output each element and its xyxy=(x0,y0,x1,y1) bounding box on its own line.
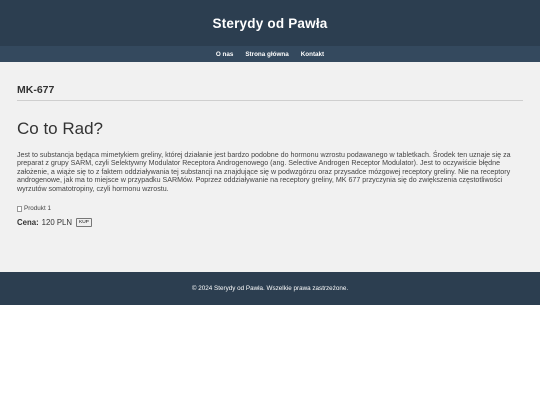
product-image: Produkt 1 xyxy=(17,205,523,212)
nav-link-strona-glowna[interactable]: Strona główna xyxy=(245,51,288,58)
page-background xyxy=(0,305,540,405)
buy-button[interactable]: KUP xyxy=(76,218,92,228)
nav-link-o-nas[interactable]: O nas xyxy=(216,51,234,58)
product-headline: Co to Rad? xyxy=(17,119,103,138)
site-footer: © 2024 Sterydy od Pawła. Wszelkie prawa … xyxy=(0,272,540,305)
main-content: MK-677 Co to Rad? Jest to substancja będ… xyxy=(17,84,523,228)
price-label: Cena: xyxy=(17,218,39,228)
price-row: Cena: 120 PLN KUP xyxy=(17,218,523,228)
product-image-alt: Produkt 1 xyxy=(24,205,51,213)
price-value: 120 PLN xyxy=(41,218,73,228)
product-code-heading: MK-677 xyxy=(17,84,523,101)
footer-copyright: © 2024 Sterydy od Pawła. Wszelkie prawa … xyxy=(191,285,349,292)
broken-image-icon xyxy=(17,205,22,212)
site-header: Sterydy od Pawła xyxy=(0,0,540,46)
product-description: Jest to substancja będąca mimetykiem gre… xyxy=(17,151,511,193)
nav-link-kontakt[interactable]: Kontakt xyxy=(301,51,324,58)
main-nav: O nas Strona główna Kontakt xyxy=(0,46,540,62)
site-title: Sterydy od Pawła xyxy=(212,15,328,31)
